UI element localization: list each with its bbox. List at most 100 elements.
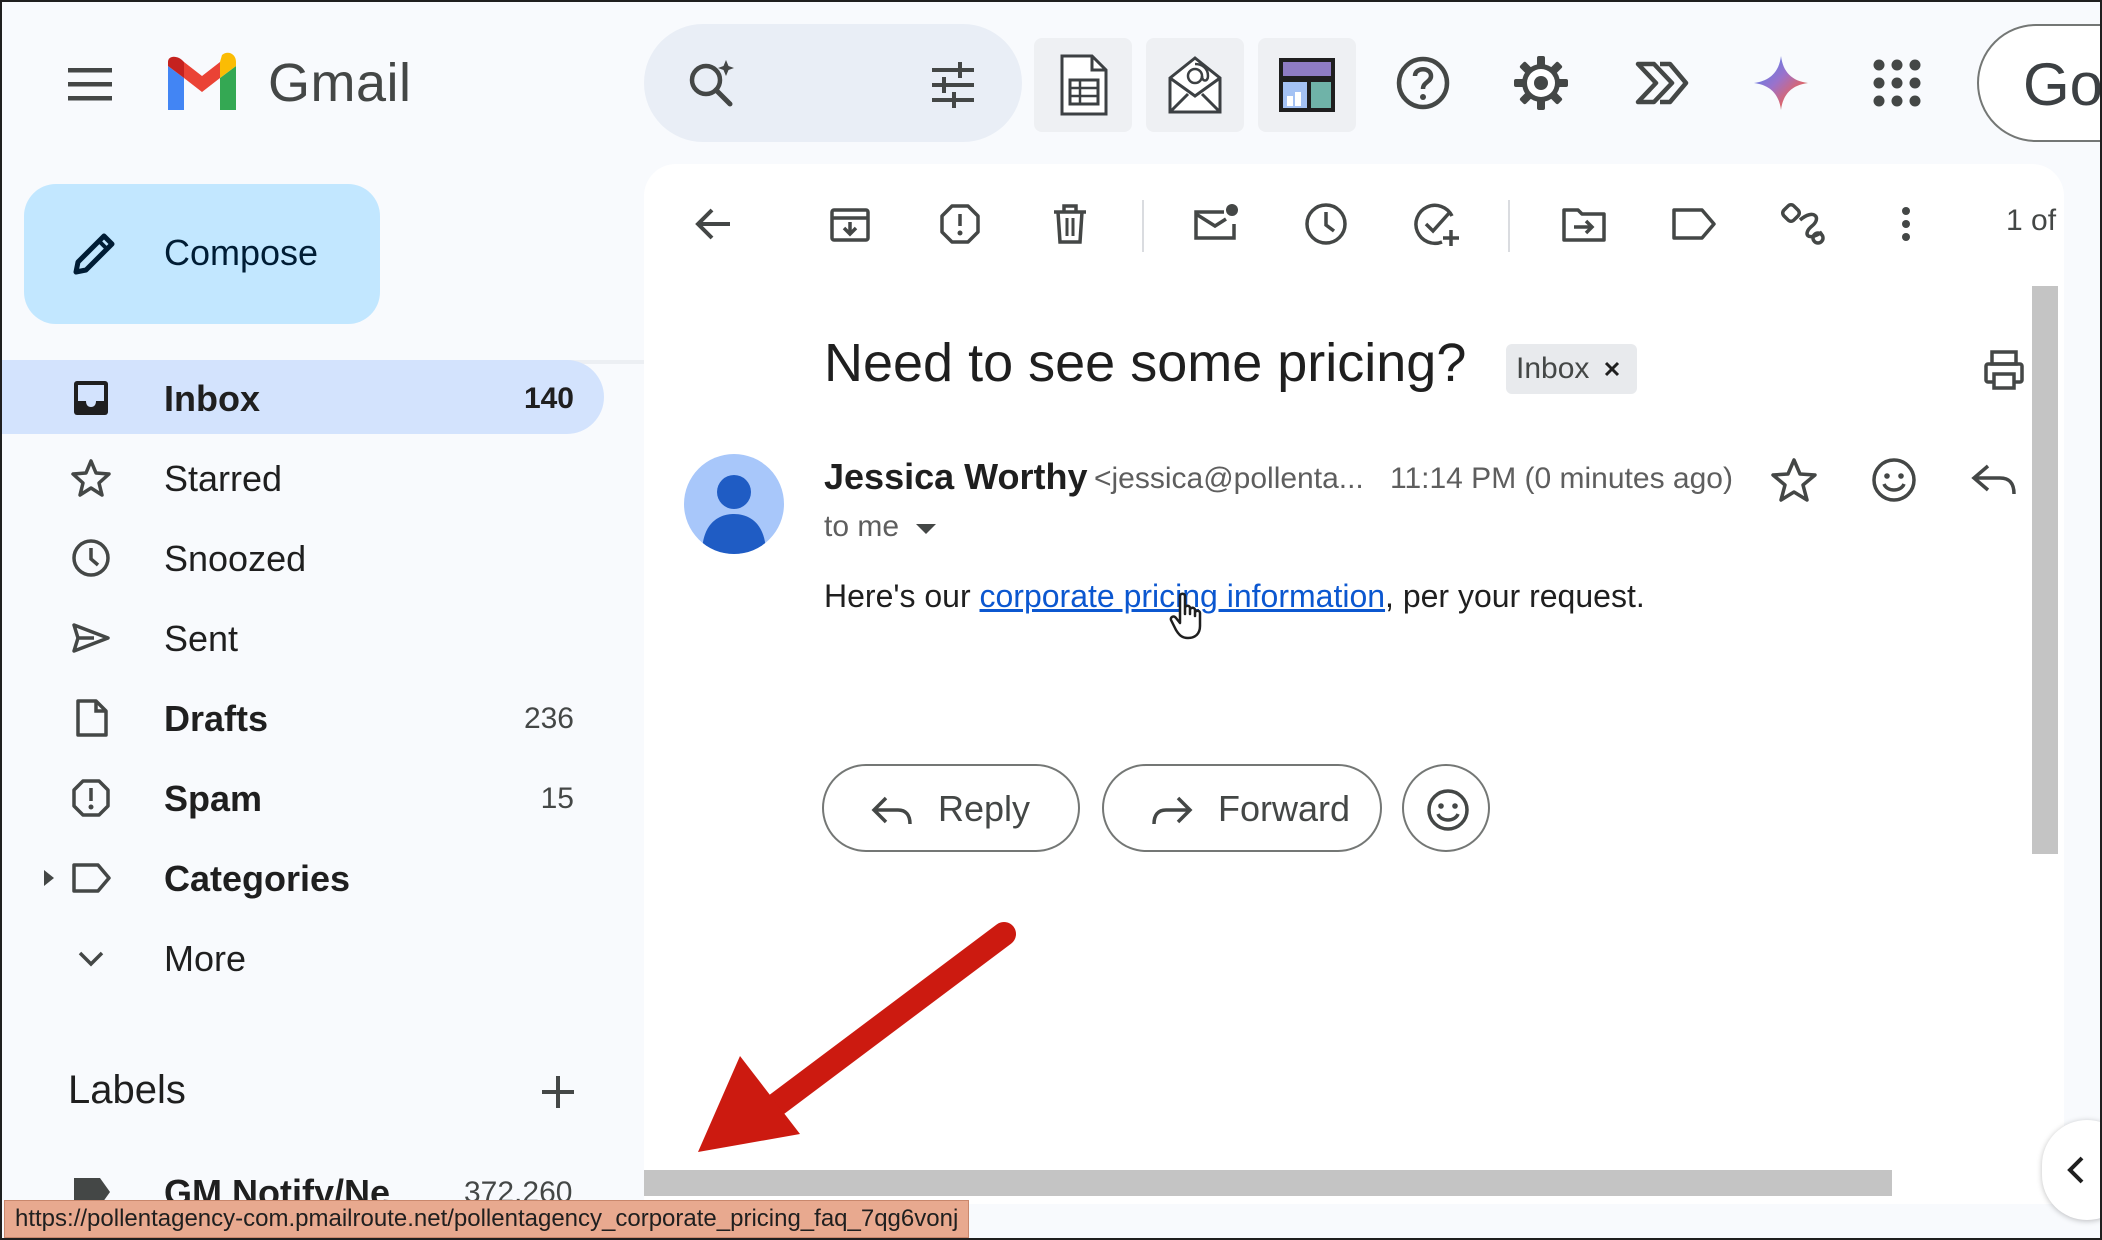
- star-message-icon[interactable]: [1768, 454, 1820, 506]
- horizontal-scrollbar[interactable]: [644, 1170, 1892, 1196]
- item-count: 236: [523, 702, 574, 735]
- sidebar-item-label: Drafts: [164, 698, 269, 739]
- sender-avatar[interactable]: [684, 454, 784, 554]
- label-filled-icon: [72, 1174, 112, 1200]
- sidebar-item-snoozed[interactable]: Snoozed: [2, 520, 604, 594]
- label-as-icon[interactable]: [1668, 198, 1720, 250]
- workflow-link-icon[interactable]: [1778, 198, 1830, 250]
- sidebar-item-label: Snoozed: [164, 538, 307, 579]
- message-body: Here's our corporate pricing information…: [824, 578, 1645, 615]
- sidebar-item-more[interactable]: More: [2, 920, 604, 994]
- gmail-logo-icon[interactable]: [162, 52, 242, 114]
- item-count: 15: [540, 782, 574, 815]
- back-arrow-icon[interactable]: [688, 198, 740, 250]
- email-subject: Need to see some pricing?: [824, 333, 1467, 393]
- workflow-extension-icon[interactable]: [1630, 52, 1692, 114]
- add-reaction-icon[interactable]: [1868, 454, 1920, 506]
- add-label-icon[interactable]: [536, 1070, 580, 1114]
- report-spam-icon[interactable]: [934, 198, 986, 250]
- archive-icon[interactable]: [824, 198, 876, 250]
- dashboard-icon: [1279, 58, 1335, 112]
- draft-icon: [70, 697, 112, 739]
- sidebar-item-categories[interactable]: Categories: [2, 840, 604, 914]
- sidebar-item-spam[interactable]: Spam 15: [2, 760, 604, 834]
- gmail-window: Gmail Go Compose Inbox 140 Starred Snooz…: [0, 0, 2102, 1240]
- compose-label: Compose: [164, 232, 319, 273]
- sidebar-item-label: Categories: [164, 858, 351, 899]
- unread-count: 140: [523, 382, 574, 415]
- chevron-left-icon: [2067, 1156, 2084, 1184]
- sidebar-item-label: Starred: [164, 458, 283, 499]
- annotation-arrow: [692, 912, 1022, 1162]
- sidebar-item-inbox[interactable]: Inbox 140: [2, 360, 604, 434]
- smiley-icon: [1427, 789, 1469, 831]
- ai-search-icon[interactable]: [684, 54, 742, 112]
- label-count: 372,260: [464, 1176, 573, 1200]
- sidebar-item-label: Sent: [164, 618, 239, 659]
- help-icon[interactable]: [1392, 52, 1454, 114]
- pagination-text: 1 of: [2006, 204, 2057, 237]
- labels-heading: Labels: [68, 1068, 186, 1112]
- sidebar-item-drafts[interactable]: Drafts 236: [2, 680, 604, 754]
- sidebar-label-item[interactable]: GM Notify/Ne 372,260: [68, 1170, 668, 1200]
- search-bar[interactable]: [644, 24, 1022, 142]
- spreadsheet-icon: [1060, 54, 1108, 116]
- sidebar-item-sent[interactable]: Sent: [2, 600, 604, 674]
- spam-icon: [70, 777, 112, 819]
- reply-arrow-icon: [871, 796, 912, 825]
- toolbar-divider: [1508, 200, 1510, 252]
- account-button[interactable]: Go: [1977, 24, 2102, 142]
- chip-label: Inbox: [1516, 352, 1590, 385]
- pencil-icon: [73, 233, 115, 275]
- mail-extension-button[interactable]: [1146, 38, 1244, 132]
- forward-label: Forward: [1218, 788, 1351, 829]
- show-details-caret-icon[interactable]: [914, 522, 938, 538]
- body-text-before: Here's our: [824, 578, 980, 614]
- expand-caret-icon[interactable]: [42, 868, 56, 888]
- add-task-icon[interactable]: [1410, 198, 1462, 250]
- clock-icon: [70, 537, 112, 579]
- forward-button[interactable]: Forward: [1102, 764, 1382, 852]
- person-icon: [702, 475, 766, 554]
- move-to-folder-icon[interactable]: [1558, 198, 1610, 250]
- toolbar-divider: [1142, 200, 1144, 252]
- print-icon[interactable]: [1982, 348, 2026, 392]
- inbox-label-chip[interactable]: Inbox: [1506, 344, 1638, 394]
- body-text-after: , per your request.: [1385, 578, 1645, 614]
- vertical-scrollbar[interactable]: [2032, 286, 2058, 854]
- gemini-sparkle-icon[interactable]: [1750, 52, 1812, 114]
- reply-icon[interactable]: [1968, 454, 2020, 506]
- send-icon: [70, 617, 112, 659]
- search-options-icon[interactable]: [926, 58, 980, 112]
- sender-name: Jessica Worthy: [824, 456, 1088, 497]
- delete-trash-icon[interactable]: [1044, 198, 1096, 250]
- chevron-down-icon: [70, 937, 112, 979]
- sheet-extension-button[interactable]: [1034, 38, 1132, 132]
- label-name: GM Notify/Ne: [164, 1172, 391, 1200]
- sidebar-item-starred[interactable]: Starred: [2, 440, 604, 514]
- sender-email: <jessica@pollenta...: [1094, 462, 1364, 495]
- emoji-reaction-button[interactable]: [1402, 764, 1490, 852]
- star-icon: [70, 457, 112, 499]
- app-name: Gmail: [268, 53, 412, 113]
- sidebar-item-label: Inbox: [164, 378, 260, 419]
- remove-label-icon[interactable]: [1603, 360, 1621, 378]
- layout-extension-button[interactable]: [1258, 38, 1356, 132]
- reply-button[interactable]: Reply: [822, 764, 1080, 852]
- reply-label: Reply: [938, 788, 1031, 829]
- inbox-icon: [70, 377, 112, 419]
- sidebar-item-label: More: [164, 938, 247, 979]
- main-menu-icon[interactable]: [64, 60, 120, 108]
- label-icon: [70, 857, 112, 899]
- link-url-status-bar: https://pollentagency-com.pmailroute.net…: [4, 1200, 970, 1238]
- envelope-at-icon: [1168, 56, 1222, 114]
- more-options-vertical-icon[interactable]: [1880, 198, 1932, 250]
- apps-grid-icon[interactable]: [1866, 52, 1928, 114]
- account-initials: Go: [2023, 51, 2102, 118]
- settings-gear-icon[interactable]: [1510, 52, 1572, 114]
- forward-arrow-icon: [1152, 796, 1193, 825]
- snooze-clock-icon[interactable]: [1300, 198, 1352, 250]
- compose-button[interactable]: Compose: [24, 184, 380, 324]
- recipient-summary: to me: [824, 510, 900, 543]
- mark-unread-icon[interactable]: [1190, 198, 1242, 250]
